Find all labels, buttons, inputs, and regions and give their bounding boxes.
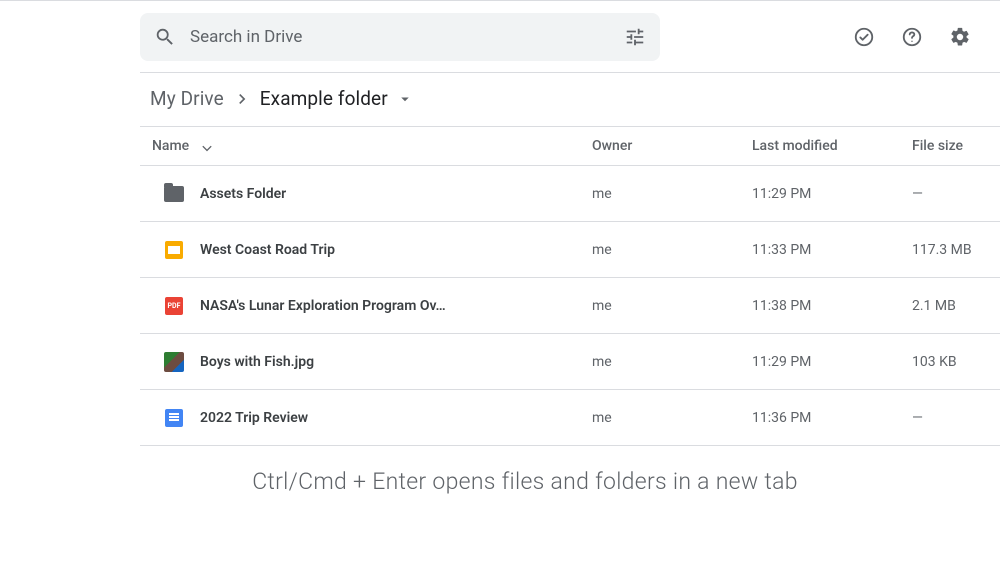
search-bar[interactable]: Search in Drive (140, 13, 660, 61)
file-modified: 11:29 PM (752, 186, 912, 202)
file-list: Assets Folderme11:29 PM—West Coast Road … (140, 166, 1000, 446)
file-modified: 11:33 PM (752, 242, 912, 258)
file-row[interactable]: PDF NASA's Lunar Exploration Program Ov… m… (140, 278, 1000, 334)
column-header-modified[interactable]: Last modified (752, 138, 912, 154)
file-size: 117.3 MB (912, 242, 992, 258)
image-thumbnail-icon (164, 352, 184, 372)
file-row[interactable]: Boys with Fish.jpg me11:29 PM103 KB (140, 334, 1000, 390)
file-row[interactable]: West Coast Road Trip me11:33 PM117.3 MB (140, 222, 1000, 278)
file-modified: 11:29 PM (752, 354, 912, 370)
column-header-owner[interactable]: Owner (592, 138, 752, 154)
chevron-right-icon (232, 89, 252, 109)
file-owner: me (592, 410, 752, 426)
column-header-size[interactable]: File size (912, 138, 992, 154)
tune-icon[interactable] (624, 26, 646, 48)
column-name-label: Name (152, 138, 189, 154)
file-name: NASA's Lunar Exploration Program Ov… (200, 298, 446, 314)
list-header: Name Owner Last modified File size (140, 126, 1000, 166)
header-bar: Search in Drive (140, 1, 1000, 73)
search-placeholder: Search in Drive (190, 27, 610, 47)
file-owner: me (592, 298, 752, 314)
file-size: — (912, 410, 992, 426)
offline-ready-icon[interactable] (844, 17, 884, 57)
breadcrumb-root[interactable]: My Drive (150, 87, 224, 110)
file-modified: 11:36 PM (752, 410, 912, 426)
file-row[interactable]: Assets Folder me11:29 PM— (140, 166, 1000, 222)
keyboard-tip: Ctrl/Cmd + Enter opens files and folders… (140, 446, 1000, 495)
file-size: 2.1 MB (912, 298, 992, 314)
file-owner: me (592, 242, 752, 258)
breadcrumb: My Drive Example folder (140, 73, 1000, 126)
breadcrumb-current[interactable]: Example folder (260, 87, 388, 110)
dropdown-icon[interactable] (396, 90, 414, 108)
file-name: 2022 Trip Review (200, 410, 308, 426)
column-header-name[interactable]: Name (148, 138, 592, 154)
file-owner: me (592, 186, 752, 202)
docs-icon (164, 408, 184, 428)
file-owner: me (592, 354, 752, 370)
search-icon (154, 26, 176, 48)
slides-icon (164, 240, 184, 260)
help-icon[interactable] (892, 17, 932, 57)
file-name: West Coast Road Trip (200, 242, 335, 258)
file-size: — (912, 186, 992, 202)
file-row[interactable]: 2022 Trip Review me11:36 PM— (140, 390, 1000, 446)
folder-icon (164, 184, 184, 204)
file-modified: 11:38 PM (752, 298, 912, 314)
sort-arrow-down-icon (199, 138, 215, 154)
file-name: Boys with Fish.jpg (200, 354, 314, 370)
settings-icon[interactable] (940, 17, 980, 57)
file-size: 103 KB (912, 354, 992, 370)
pdf-icon: PDF (164, 296, 184, 316)
file-name: Assets Folder (200, 186, 286, 202)
